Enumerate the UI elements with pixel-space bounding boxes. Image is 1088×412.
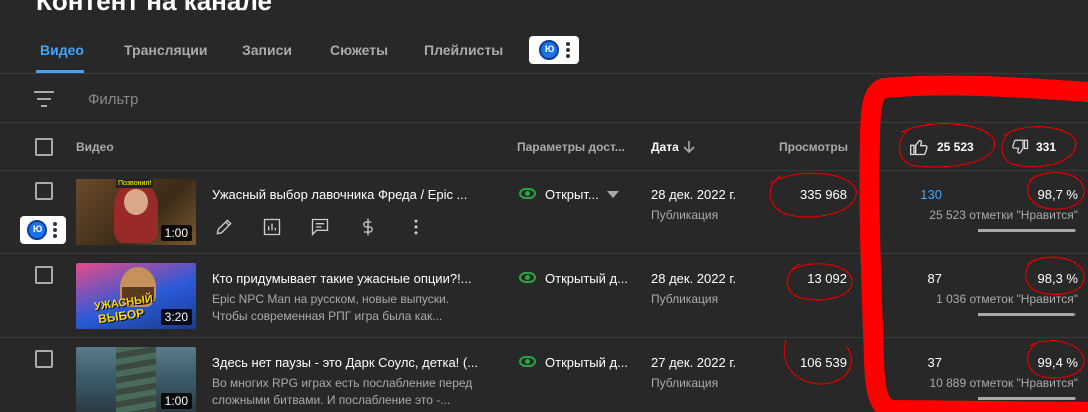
column-video: Видео [76, 140, 114, 154]
video-title[interactable]: Кто придумывает такие ужасные опции?!... [212, 271, 480, 286]
video-thumbnail[interactable]: УЖАСНЫЙ ВЫБОР 3:20 [76, 263, 196, 329]
publish-status: Публикация [651, 208, 719, 222]
column-date[interactable]: Дата [651, 140, 679, 154]
views-count: 335 968 [800, 187, 847, 202]
thumb-down-icon [1012, 139, 1029, 154]
dropdown-caret-icon[interactable] [607, 191, 619, 199]
video-title[interactable]: Ужасный выбор лавочника Фреда / Epic ... [212, 187, 480, 202]
comments-count[interactable]: 87 [882, 271, 942, 286]
publish-date: 28 дек. 2022 г. [651, 187, 737, 202]
tabs-bar: Видео Трансляции Записи Сюжеты Плейлисты [0, 28, 1088, 74]
extension-button[interactable] [529, 36, 579, 64]
visibility-value[interactable]: Открыт... [545, 187, 599, 202]
table-header: Видео Параметры дост... Дата Просмотры 2… [0, 123, 1088, 171]
like-percent: 98,3 % [1037, 271, 1078, 286]
filter-icon[interactable] [34, 91, 54, 107]
column-visibility[interactable]: Параметры дост... [517, 140, 625, 154]
likes-total: 25 523 [937, 140, 974, 154]
views-count: 13 092 [807, 271, 847, 286]
tab-live[interactable]: Трансляции [124, 42, 207, 58]
comments-count[interactable]: 130 [882, 187, 942, 202]
comments-count[interactable]: 37 [882, 355, 942, 370]
analytics-icon[interactable] [262, 217, 282, 237]
tab-shorts[interactable]: Сюжеты [330, 42, 388, 58]
like-ratio-bar [978, 397, 1076, 400]
active-tab-indicator [36, 70, 84, 73]
dislikes-total: 331 [1036, 140, 1057, 154]
publish-status: Публикация [651, 292, 719, 306]
visibility-value[interactable]: Открытый д... [545, 271, 628, 286]
video-duration: 1:00 [160, 225, 192, 241]
row-checkbox[interactable] [35, 182, 53, 200]
more-vert-icon[interactable] [53, 222, 57, 238]
row-extension-button[interactable] [20, 216, 66, 244]
like-percent: 99,4 % [1037, 355, 1078, 370]
row-checkbox[interactable] [35, 350, 53, 368]
select-all-checkbox[interactable] [35, 138, 53, 156]
table-row[interactable]: УЖАСНЫЙ ВЫБОР 3:20 Кто придумывает такие… [0, 255, 1088, 338]
tab-playlists[interactable]: Плейлисты [424, 42, 503, 58]
like-ratio-bar [978, 229, 1076, 232]
video-duration: 3:20 [160, 309, 192, 325]
video-description-line: Чтобы современная РПГ игра была как... [212, 309, 443, 323]
table-row[interactable]: 1:00 Здесь нет паузы - это Дарк Соулс, д… [0, 339, 1088, 412]
video-description-line: Epic NPC Man на русском, новые выпуски. [212, 292, 449, 306]
video-description-line: Во многих RPG играх есть послабление пер… [212, 376, 473, 390]
arrow-down-icon [683, 141, 695, 154]
eye-icon [519, 272, 536, 283]
filter-bar: Фильтр [0, 75, 1088, 123]
dollar-icon[interactable] [358, 217, 378, 237]
video-duration: 1:00 [160, 393, 192, 409]
tab-posts[interactable]: Записи [242, 42, 292, 58]
row-actions [212, 215, 432, 239]
thumb-up-icon [910, 139, 928, 156]
publish-date: 27 дек. 2022 г. [651, 355, 737, 370]
table-row[interactable]: Позвонил! 1:00 Ужасный выбор лавочника Ф… [0, 171, 1088, 254]
comments-icon[interactable] [310, 217, 330, 237]
row-checkbox[interactable] [35, 266, 53, 284]
likes-count: 1 036 отметок "Нравится" [936, 292, 1078, 306]
eye-icon [519, 188, 536, 199]
tab-videos[interactable]: Видео [40, 42, 84, 58]
extension-logo-icon [539, 40, 559, 60]
publish-status: Публикация [651, 376, 719, 390]
likes-count: 25 523 отметки "Нравится" [929, 208, 1078, 222]
video-description-line: сложными битвами. И послабление это -... [212, 393, 451, 407]
pencil-icon[interactable] [214, 217, 234, 237]
more-vert-icon[interactable] [406, 217, 426, 237]
video-title[interactable]: Здесь нет паузы - это Дарк Соулс, детка!… [212, 355, 480, 370]
publish-date: 28 дек. 2022 г. [651, 271, 737, 286]
views-count: 106 539 [800, 355, 847, 370]
eye-icon [519, 356, 536, 367]
thumbnail-caption: Позвонил! [116, 179, 154, 188]
extension-logo-icon [27, 220, 47, 240]
likes-count: 10 889 отметок "Нравится" [929, 376, 1078, 390]
video-thumbnail[interactable]: Позвонил! 1:00 [76, 179, 196, 245]
column-views[interactable]: Просмотры [779, 140, 848, 154]
page-title: Контент на канале [36, 0, 272, 16]
visibility-value[interactable]: Открытый д... [545, 355, 628, 370]
more-vert-icon[interactable] [566, 42, 570, 58]
like-percent: 98,7 % [1037, 187, 1078, 202]
video-thumbnail[interactable]: 1:00 [76, 347, 196, 412]
like-ratio-bar [978, 313, 1076, 316]
filter-input[interactable]: Фильтр [88, 91, 138, 108]
